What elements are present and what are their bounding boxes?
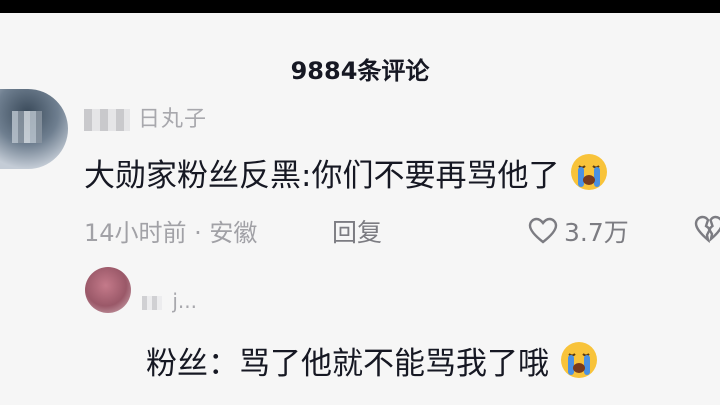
reply-text: 粉丝：骂了他就不能骂我了哦 (146, 338, 599, 383)
avatar[interactable] (85, 267, 131, 313)
comment-author[interactable]: 日丸子 (84, 101, 207, 133)
comment-time-location: 14小时前 · 安徽 (84, 219, 258, 247)
heart-icon (528, 217, 558, 244)
comment-panel: 9884条评论 日丸子 大勋家粉丝反黑:你们不要再骂他了 14小时前 · 安徽 … (0, 13, 720, 405)
cut-off-meta-row (150, 391, 720, 405)
dislike-button[interactable] (694, 215, 720, 249)
like-count: 3.7万 (564, 218, 629, 247)
comment-text: 大勋家粉丝反黑:你们不要再骂他了 (84, 150, 609, 195)
name-pixelation (84, 109, 130, 131)
loudly-crying-face-icon (571, 154, 608, 190)
reply-author[interactable]: j... (142, 289, 197, 313)
name-pixelation (142, 295, 162, 310)
reply-button[interactable]: 回复 (332, 213, 382, 249)
loudly-crying-face-icon (560, 342, 597, 378)
comment-count-title: 9884条评论 (290, 57, 430, 85)
broken-heart-icon (694, 215, 720, 244)
avatar-blur (12, 111, 42, 143)
comment-meta: 14小时前 · 安徽 回复 3.7万 (84, 213, 720, 248)
avatar[interactable] (0, 89, 68, 169)
like-button[interactable]: 3.7万 (528, 213, 629, 249)
